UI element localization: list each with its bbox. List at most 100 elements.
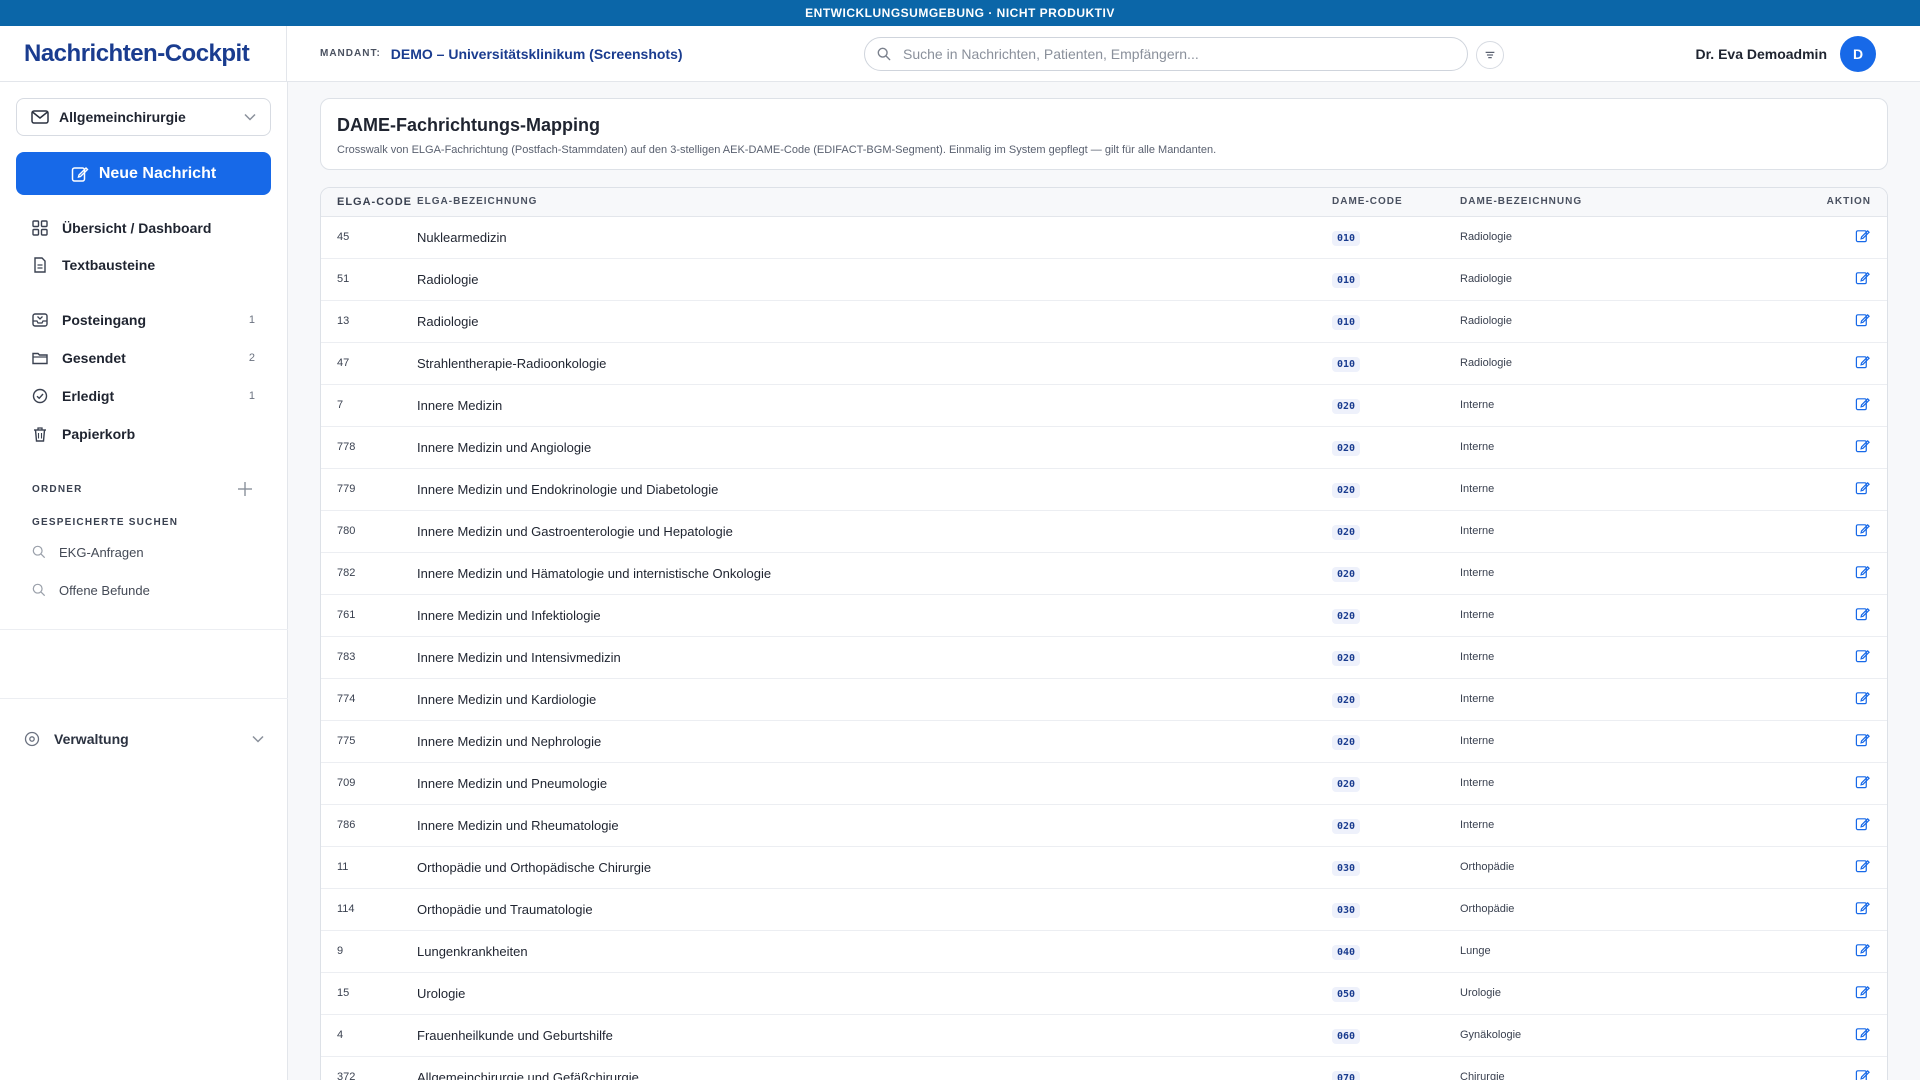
dame-code-badge: 020 [1332, 482, 1361, 498]
admin-section-toggle[interactable]: Verwaltung [24, 724, 264, 754]
search-icon [877, 47, 891, 61]
elga-code-cell: 13 [321, 300, 417, 343]
nav-item-label: Erledigt [62, 388, 115, 404]
elga-name-cell: Innere Medizin und Angiologie [417, 426, 1332, 469]
table-row: 9 Lungenkrankheiten 040 Lunge [321, 930, 1887, 973]
edit-button[interactable] [1855, 480, 1871, 496]
elga-name-cell: Innere Medizin und Nephrologie [417, 720, 1332, 763]
elga-name-cell: Innere Medizin und Infektiologie [417, 594, 1332, 637]
elga-code-cell: 779 [321, 468, 417, 511]
mandant-label: MANDANT: [320, 48, 381, 59]
nav-item-textbausteine[interactable]: Textbausteine [16, 250, 271, 280]
edit-button[interactable] [1855, 816, 1871, 832]
column-header-elga-code[interactable]: ELGA-CODE [321, 188, 417, 217]
edit-button[interactable] [1855, 732, 1871, 748]
settings-icon [24, 731, 40, 747]
action-cell [1807, 216, 1887, 259]
edit-icon [1855, 313, 1870, 327]
elga-name-cell: Innere Medizin und Intensivmedizin [417, 636, 1332, 679]
edit-button[interactable] [1855, 942, 1871, 958]
department-label: Allgemeinchirurgie [59, 109, 186, 125]
action-cell [1807, 972, 1887, 1015]
search-icon [32, 583, 46, 597]
elga-name-cell: Urologie [417, 972, 1332, 1015]
new-message-button[interactable]: Neue Nachricht [16, 152, 271, 195]
saved-search-befunde[interactable]: Offene Befunde [32, 577, 150, 603]
app-title[interactable]: Nachrichten-Cockpit [0, 25, 287, 82]
edit-button[interactable] [1855, 522, 1871, 538]
edit-button[interactable] [1855, 858, 1871, 874]
edit-button[interactable] [1855, 690, 1871, 706]
nav-item-erledigt[interactable]: Erledigt 1 [16, 381, 271, 411]
sidebar: Allgemeinchirurgie Neue Nachricht Übersi… [0, 82, 288, 1080]
edit-button[interactable] [1855, 564, 1871, 580]
inbox-icon [32, 313, 48, 327]
column-header-dame-code[interactable]: DAME-CODE [1332, 188, 1460, 217]
edit-button[interactable] [1855, 354, 1871, 370]
action-cell [1807, 300, 1887, 343]
table-row: 709 Innere Medizin und Pneumologie 020 Inte… [321, 762, 1887, 805]
elga-code-cell: 45 [321, 216, 417, 259]
new-message-label: Neue Nachricht [98, 164, 217, 182]
edit-icon [1855, 439, 1870, 453]
dame-code-badge: 010 [1332, 272, 1361, 288]
dame-code-badge: 020 [1332, 692, 1361, 708]
dame-code-cell: 010 [1332, 216, 1460, 259]
nav-item-gesendet[interactable]: Gesendet 2 [16, 343, 271, 373]
folders-section-label: ORDNER [32, 484, 83, 495]
edit-button[interactable] [1855, 228, 1871, 244]
page-header: DAME-Fachrichtungs-Mapping Crosswalk von… [320, 98, 1888, 170]
mandant-value[interactable]: DEMO – Universitätsklinikum (Screenshots… [391, 46, 683, 62]
table-row: 47 Strahlentherapie-Radioonkologie 010 Radi… [321, 342, 1887, 385]
department-select[interactable]: Allgemeinchirurgie [16, 98, 271, 136]
filter-button[interactable] [1476, 41, 1504, 69]
saved-search-ekg[interactable]: EKG-Anfragen [32, 539, 144, 565]
dame-code-cell: 010 [1332, 258, 1460, 301]
edit-button[interactable] [1855, 606, 1871, 622]
nav-item-dashboard[interactable]: Übersicht / Dashboard [16, 213, 271, 243]
grid-icon [32, 220, 48, 236]
dame-code-badge: 030 [1332, 860, 1361, 876]
edit-icon [1855, 775, 1870, 789]
search-input[interactable] [903, 46, 1423, 62]
avatar[interactable]: D [1840, 36, 1876, 72]
edit-button[interactable] [1855, 312, 1871, 328]
nav-item-posteingang[interactable]: Posteingang 1 [16, 305, 271, 335]
main-content: DAME-Fachrichtungs-Mapping Crosswalk von… [288, 82, 1920, 1080]
edit-button[interactable] [1855, 774, 1871, 790]
table-row: 783 Innere Medizin und Intensivmedizin 020… [321, 636, 1887, 679]
mail-icon [31, 110, 49, 124]
dame-name-cell: Interne [1460, 510, 1807, 553]
edit-button[interactable] [1855, 270, 1871, 286]
elga-code-cell: 778 [321, 426, 417, 469]
table-row: 15 Urologie 050 Urologie [321, 972, 1887, 1015]
dame-code-cell: 010 [1332, 342, 1460, 385]
edit-button[interactable] [1855, 438, 1871, 454]
elga-code-cell: 783 [321, 636, 417, 679]
edit-button[interactable] [1855, 648, 1871, 664]
dame-code-cell: 020 [1332, 510, 1460, 553]
nav-item-label: Textbausteine [62, 257, 156, 273]
action-cell [1807, 594, 1887, 637]
nav-item-label: Gesendet [62, 350, 126, 366]
edit-button[interactable] [1855, 900, 1871, 916]
column-header-elga-name[interactable]: ELGA-BEZEICHNUNG [417, 188, 1332, 217]
dame-code-cell: 070 [1332, 1056, 1460, 1080]
edit-icon [1855, 901, 1870, 915]
dame-code-badge: 020 [1332, 608, 1361, 624]
chevron-down-icon [252, 735, 264, 743]
edit-icon [1855, 817, 1870, 831]
column-header-dame-name[interactable]: DAME-BEZEICHNUNG [1460, 188, 1807, 217]
action-cell [1807, 762, 1887, 805]
add-folder-icon[interactable] [236, 480, 254, 498]
edit-button[interactable] [1855, 1026, 1871, 1042]
search-bar[interactable] [864, 37, 1468, 71]
edit-button[interactable] [1855, 1068, 1871, 1080]
nav-item-papierkorb[interactable]: Papierkorb [16, 419, 271, 449]
edit-button[interactable] [1855, 984, 1871, 1000]
table-row: 779 Innere Medizin und Endokrinologie und… [321, 468, 1887, 511]
nav-item-label: Papierkorb [62, 426, 136, 442]
action-cell [1807, 384, 1887, 427]
edit-button[interactable] [1855, 396, 1871, 412]
user-name[interactable]: Dr. Eva Demoadmin [1696, 26, 1828, 82]
